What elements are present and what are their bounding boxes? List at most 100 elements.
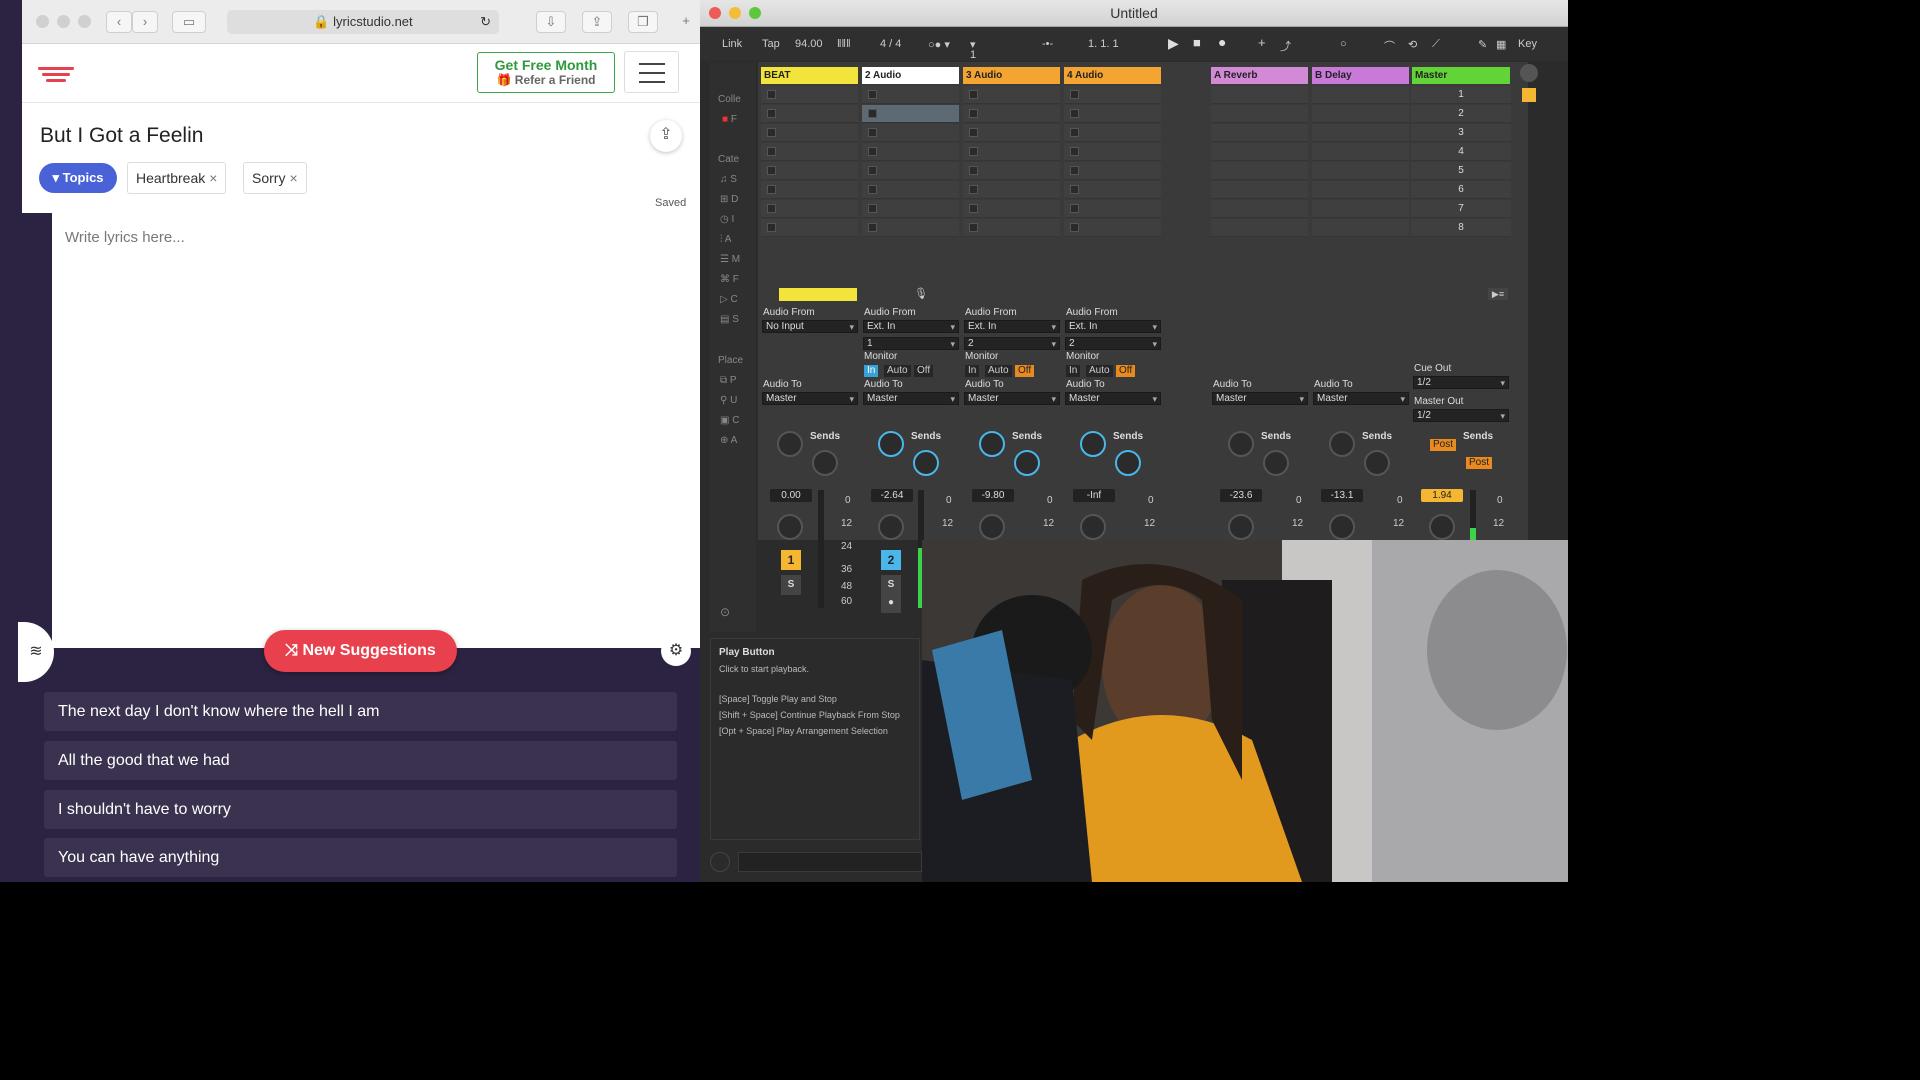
clip-slot[interactable] [862,162,959,180]
topics-button[interactable]: ▾ Topics [39,163,117,193]
suggestion-item[interactable]: The next day I don't know where the hell… [44,692,677,731]
scene-launch[interactable]: 3 [1411,124,1511,142]
clip-stop-icon[interactable] [767,204,776,213]
send-a-knob[interactable] [1228,431,1254,457]
send-b-knob[interactable] [812,450,838,476]
clip-slot[interactable] [1312,86,1409,104]
clip-slot[interactable] [862,105,959,123]
clip-slot[interactable] [963,124,1060,142]
clip-slot[interactable] [1064,86,1161,104]
quantize-field[interactable]: 1 Bar ▾ [970,38,987,73]
send-a-knob[interactable] [979,431,1005,457]
share-icon[interactable]: ⇪ [582,11,612,33]
track-volume[interactable]: -13.1 [1321,489,1363,502]
clip-stop-icon[interactable] [767,166,776,175]
pan-knob[interactable] [1329,514,1355,540]
clip-slot[interactable] [1064,181,1161,199]
midi-effects-icon[interactable]: ☰ M [720,254,740,265]
punch-icon[interactable]: ⟋ [1432,38,1440,51]
clip-slot[interactable] [1064,105,1161,123]
track-activator[interactable]: 1 [781,550,801,570]
send-b-knob[interactable] [1115,450,1141,476]
link-button[interactable]: Link [722,38,742,50]
stop-all-clips-icon[interactable]: ▶≡ [1488,288,1508,300]
clip-slot[interactable] [1211,181,1308,199]
sidebar-icon[interactable]: ▭ [172,11,206,33]
audio-from-select[interactable]: No Input [762,320,858,333]
clip-stop-icon[interactable] [1070,90,1079,99]
clip-slot[interactable] [963,86,1060,104]
loop-switch-icon[interactable]: ⟲ [1408,38,1417,51]
minimize-icon[interactable] [729,7,741,19]
close-icon[interactable] [709,7,721,19]
tabs-icon[interactable]: ❐ [628,11,658,33]
tap-button[interactable]: Tap [762,38,780,50]
clip-slot[interactable] [862,86,959,104]
track-activator[interactable]: 2 [881,550,901,570]
clip-slot[interactable] [761,143,858,161]
scene-launch[interactable]: 4 [1411,143,1511,161]
clip-stop-icon[interactable] [767,147,776,156]
clip-stop-icon[interactable] [767,109,776,118]
track-volume[interactable]: -9.80 [972,489,1014,502]
audio-to-select[interactable]: Master [1313,392,1409,405]
audio-to-select[interactable]: Master [863,392,959,405]
clip-slot[interactable] [1312,124,1409,142]
arm-icon[interactable]: ● [881,593,901,613]
audio-from-select[interactable]: Ext. In [863,320,959,333]
clip-slot[interactable] [963,105,1060,123]
clip-stop-icon[interactable] [767,128,776,137]
audio-to-select[interactable]: Master [762,392,858,405]
track-header-3-audio[interactable]: 3 Audio [963,67,1060,84]
track-volume[interactable]: -2.64 [871,489,913,502]
track-header-4-audio[interactable]: 4 Audio [1064,67,1161,84]
clip-slot[interactable] [1211,124,1308,142]
automation-icon[interactable]: ⤴ [1280,38,1291,54]
gear-icon[interactable]: ⚙ [661,636,691,666]
scene-launch[interactable]: 7 [1411,200,1511,218]
monitor-in[interactable]: In [965,365,980,377]
clip-slot[interactable] [862,219,959,237]
clip-slot[interactable] [1312,200,1409,218]
position-field[interactable]: 1. 1. 1 [1088,38,1119,50]
sounds-icon[interactable]: ♫ S [720,174,737,185]
clip-stop-icon[interactable] [1070,185,1079,194]
clip-slot[interactable] [1312,162,1409,180]
track-volume[interactable]: -23.6 [1220,489,1262,502]
clip-stop-icon[interactable] [1070,223,1079,232]
monitor-off[interactable]: Off [1015,365,1035,377]
send-b-knob[interactable] [913,450,939,476]
clip-stop-icon[interactable] [1070,204,1079,213]
clip-slot[interactable] [963,200,1060,218]
playing-clip[interactable] [779,288,857,301]
session-menu-icon[interactable] [1520,64,1538,82]
share-button[interactable]: ⇪ [650,120,682,152]
clip-slot[interactable] [1211,86,1308,104]
get-free-month-button[interactable]: Get Free Month 🎁 Refer a Friend [477,52,615,93]
monitor-in[interactable]: In [1066,365,1081,377]
cue-out-select[interactable]: 1/2 [1413,376,1509,389]
clip-slot[interactable] [862,200,959,218]
zoom-light[interactable] [78,15,91,28]
clip-slot[interactable] [1312,181,1409,199]
audio-to-select[interactable]: Master [1212,392,1308,405]
clip-slot[interactable] [761,181,858,199]
input-channel-select[interactable]: 1 [863,337,959,350]
clip-slot[interactable] [1064,162,1161,180]
zoom-icon[interactable] [749,7,761,19]
clip-stop-icon[interactable] [969,204,978,213]
audio-from-select[interactable]: Ext. In [1065,320,1161,333]
clip-stop-icon[interactable] [767,185,776,194]
clip-slot[interactable] [963,219,1060,237]
clip-stop-icon[interactable] [1070,128,1079,137]
scene-launch[interactable]: 2 [1411,105,1511,123]
grid-icon[interactable]: ▦ [1496,38,1506,51]
clip-slot[interactable] [1312,105,1409,123]
send-a-knob[interactable] [777,431,803,457]
clip-stop-icon[interactable] [969,185,978,194]
master-volume[interactable]: 1.94 [1421,489,1463,502]
follow-icon[interactable]: -•- [1042,38,1053,50]
lyrics-editor[interactable] [52,214,700,648]
clip-stop-icon[interactable] [969,147,978,156]
clip-slot[interactable] [761,105,858,123]
